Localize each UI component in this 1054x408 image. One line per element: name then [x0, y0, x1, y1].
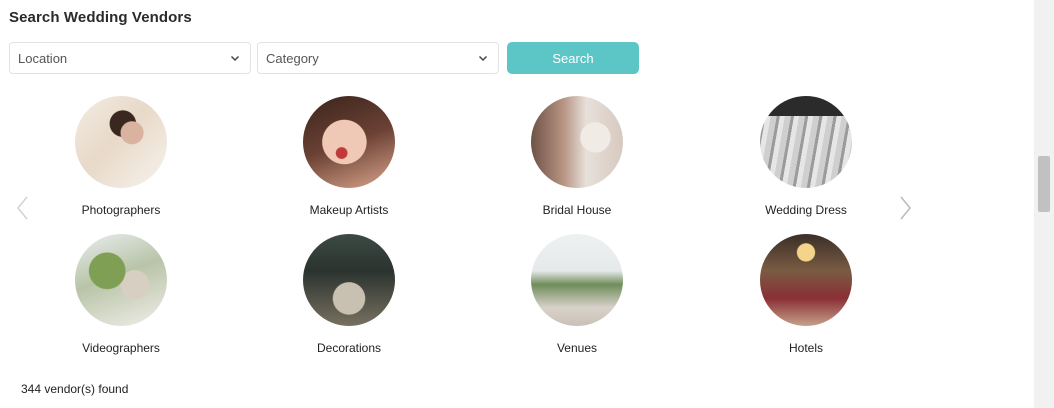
category-label: Venues	[556, 341, 598, 355]
chevron-down-icon	[478, 55, 488, 62]
bridal-house-image	[531, 96, 623, 188]
scrollbar-thumb[interactable]	[1038, 156, 1050, 212]
category-item-makeup-artists[interactable]: Makeup Artists	[259, 96, 439, 217]
photographers-image	[75, 96, 167, 188]
chevron-left-icon[interactable]	[15, 195, 31, 221]
videographers-image	[75, 234, 167, 326]
results-count: 344 vendor(s) found	[21, 382, 129, 396]
vertical-scrollbar[interactable]	[1034, 0, 1054, 408]
category-label: Bridal House	[542, 203, 612, 217]
category-item-videographers[interactable]: Videographers	[31, 234, 211, 355]
category-label: Makeup Artists	[309, 203, 389, 217]
category-label: Photographers	[81, 203, 161, 217]
search-button[interactable]: Search	[507, 42, 639, 74]
category-label: Decorations	[316, 341, 382, 355]
category-select-value: Category	[266, 50, 319, 66]
hotels-image	[760, 234, 852, 326]
location-select[interactable]: Location	[9, 42, 251, 74]
search-vendors-page: Search Wedding Vendors Location Category…	[0, 0, 1034, 408]
decorations-image	[303, 234, 395, 326]
category-select[interactable]: Category	[257, 42, 499, 74]
category-label: Hotels	[788, 341, 823, 355]
makeup-artists-image	[303, 96, 395, 188]
chevron-right-icon[interactable]	[897, 195, 913, 221]
category-label: Videographers	[82, 341, 160, 355]
category-item-decorations[interactable]: Decorations	[259, 234, 439, 355]
category-item-hotels[interactable]: Hotels	[716, 234, 896, 355]
category-label: Wedding Dress	[765, 203, 847, 217]
venues-image	[531, 234, 623, 326]
location-select-value: Location	[18, 50, 68, 66]
chevron-down-icon	[230, 55, 240, 62]
category-item-wedding-dress[interactable]: Wedding Dress	[716, 96, 896, 217]
category-item-bridal-house[interactable]: Bridal House	[487, 96, 667, 217]
wedding-dress-image	[760, 96, 852, 188]
page-title: Search Wedding Vendors	[9, 9, 192, 26]
category-item-photographers[interactable]: Photographers	[31, 96, 211, 217]
category-item-venues[interactable]: Venues	[487, 234, 667, 355]
